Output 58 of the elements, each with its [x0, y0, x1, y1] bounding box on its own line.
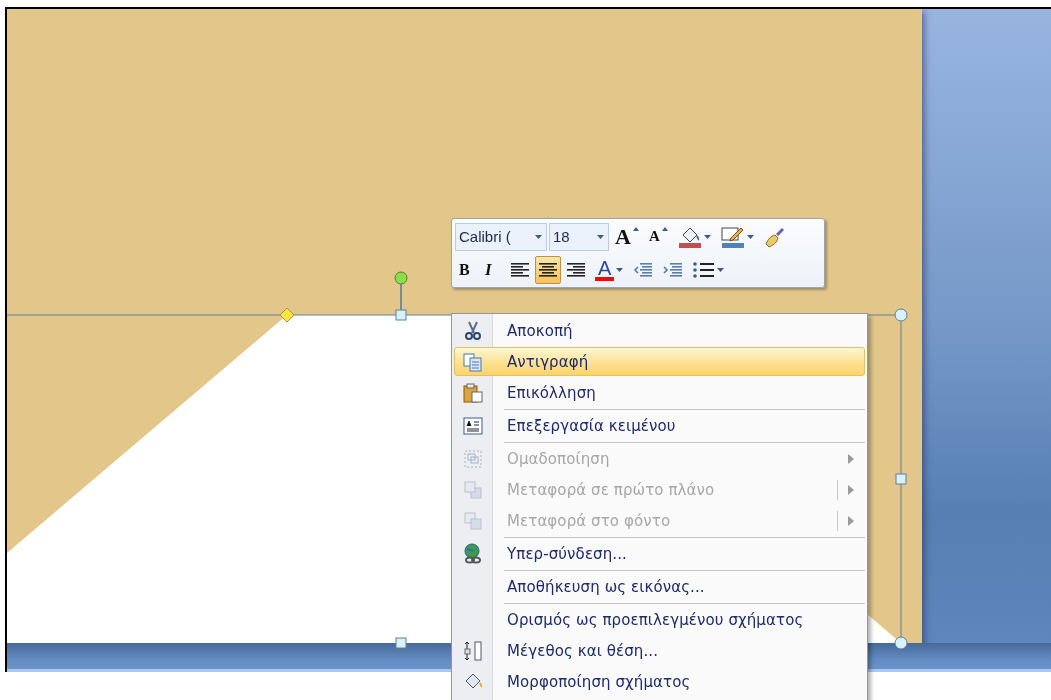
align-center-icon — [539, 262, 557, 277]
caret-icon — [616, 267, 624, 272]
italic-label: I — [485, 259, 492, 280]
grow-font-label: A — [615, 223, 631, 250]
format-painter-icon — [763, 225, 786, 248]
caret-icon — [717, 267, 725, 272]
menu-item[interactable]: Αποθήκευση ως εικόνας... — [454, 572, 865, 601]
caret-icon — [597, 234, 604, 239]
resize-handle[interactable] — [395, 309, 407, 321]
resize-handle[interactable] — [894, 308, 908, 322]
resize-handle[interactable] — [395, 637, 407, 649]
menu-item[interactable]: Επικόλληση — [454, 378, 865, 407]
menu-item[interactable]: Ορισμός ως προεπιλεγμένου σχήματος — [454, 605, 865, 634]
font-color-label: A — [595, 258, 615, 281]
font-color-button[interactable]: A — [591, 255, 628, 284]
copy-icon — [462, 350, 484, 373]
caret-icon — [746, 234, 754, 239]
group-icon — [462, 447, 484, 470]
layers-icon — [462, 509, 484, 532]
caret-icon — [535, 234, 542, 239]
size-position-icon — [462, 639, 484, 662]
globe-link-icon — [462, 542, 484, 565]
align-right-icon — [567, 262, 585, 277]
menu-item[interactable]: Επεξεργασία κειμένου — [454, 411, 865, 440]
menu-item[interactable]: Μορφοποίηση σχήματος — [454, 667, 865, 696]
submenu-arrow-icon — [848, 515, 854, 526]
menu-item[interactable]: Υπερ-σύνδεση... — [454, 539, 865, 568]
bold-button[interactable]: B — [455, 255, 479, 284]
adjust-handle[interactable] — [279, 307, 295, 323]
menu-item[interactable]: Μέγεθος και θέση... — [454, 636, 865, 665]
menu-item[interactable]: Αποκοπή — [454, 316, 865, 345]
resize-handle[interactable] — [895, 473, 907, 485]
bold-label: B — [459, 260, 470, 279]
italic-button[interactable]: I — [481, 255, 505, 284]
paint-bucket-icon — [677, 225, 702, 248]
layers-icon — [462, 478, 484, 501]
text-box-icon — [462, 414, 484, 437]
triangle-up-icon — [632, 226, 639, 231]
bullet-list-icon — [693, 261, 716, 278]
outdent-icon — [633, 261, 654, 278]
font-size-field[interactable]: 18 — [549, 222, 609, 251]
indent-icon — [663, 261, 684, 278]
submenu-arrow-icon — [848, 484, 854, 495]
pencil-outline-icon — [720, 225, 745, 248]
font-name-field[interactable]: Calibri ( — [455, 222, 547, 251]
submenu-arrow-icon — [848, 453, 854, 464]
shrink-font-label: A — [648, 228, 660, 245]
menu-item[interactable]: Αντιγραφή — [454, 347, 865, 376]
align-center-button[interactable] — [535, 255, 561, 284]
scissors-icon — [462, 319, 484, 342]
shrink-button[interactable]: A — [644, 222, 672, 251]
triangle-up-icon — [661, 226, 668, 231]
resize-handle[interactable] — [894, 636, 908, 650]
grow-button[interactable]: A — [611, 222, 643, 251]
rotation-handle[interactable] — [394, 271, 408, 285]
clipboard-icon — [462, 381, 484, 404]
caret-icon — [703, 234, 711, 239]
align-left-icon — [511, 262, 529, 277]
